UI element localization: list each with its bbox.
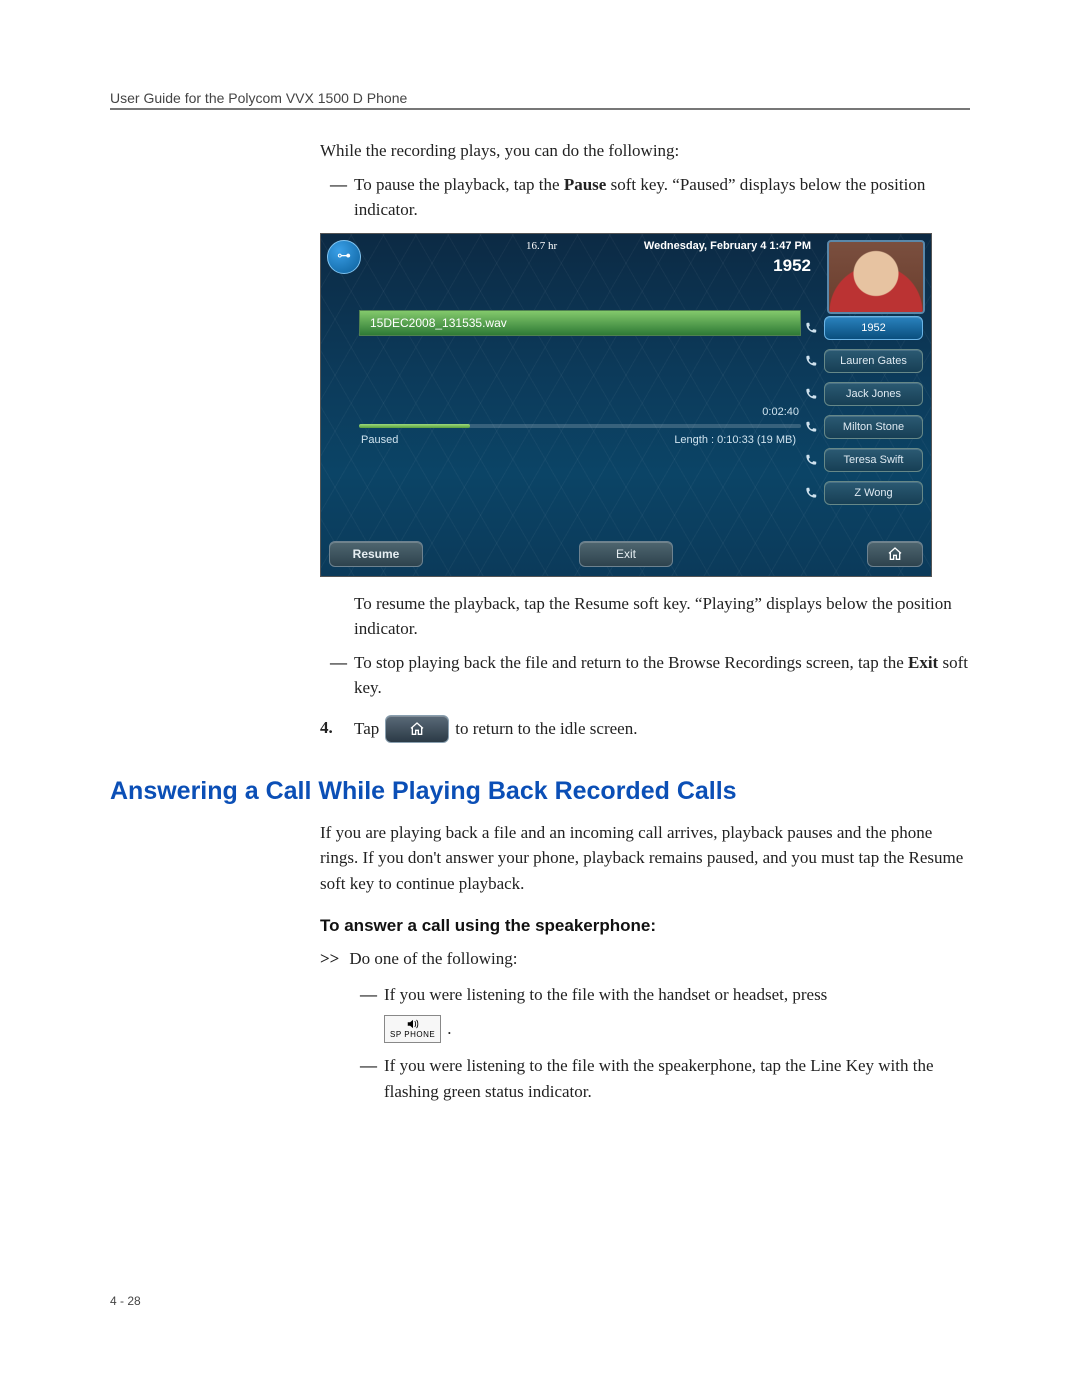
text: If you were listening to the file with t…	[384, 982, 970, 1008]
page-footer: 4 - 28	[110, 1294, 970, 1308]
handset-icon	[803, 387, 819, 401]
handset-icon	[803, 486, 819, 500]
home-icon	[887, 546, 903, 562]
phone-screenshot: ⊶ 16.7 hr Wednesday, February 4 1:47 PM …	[320, 233, 932, 577]
text: To stop playing back the file and return…	[354, 653, 908, 672]
avatar	[827, 240, 925, 314]
softkey-bar: Resume Exit	[329, 540, 923, 568]
chevrons-icon: >>	[320, 946, 339, 972]
line-key[interactable]: Z Wong	[803, 481, 923, 505]
resume-softkey[interactable]: Resume	[329, 541, 423, 567]
length-label: Length : 0:10:33 (19 MB)	[674, 434, 796, 446]
playback-status: Paused	[361, 434, 398, 446]
exit-softkey[interactable]: Exit	[579, 541, 673, 567]
handset-icon	[803, 354, 819, 368]
progress-track[interactable]	[359, 424, 801, 428]
sp-phone-button[interactable]: SP PHONE	[384, 1015, 441, 1043]
bullet-speakerphone: If you were listening to the file with t…	[350, 1053, 970, 1104]
line-key[interactable]: Jack Jones	[803, 382, 923, 406]
header-rule	[110, 108, 970, 110]
line-key[interactable]: Milton Stone	[803, 415, 923, 439]
line-key-label[interactable]: Z Wong	[824, 481, 923, 505]
subhead-speakerphone: To answer a call using the speakerphone:	[320, 916, 970, 936]
bullet-stop: To stop playing back the file and return…	[320, 650, 970, 701]
text: Do one of the following:	[349, 946, 517, 972]
bullet-pause: To pause the playback, tap the Pause sof…	[320, 172, 970, 223]
line-key[interactable]: 1952	[803, 316, 923, 340]
text: .	[447, 1016, 451, 1042]
text: Tap	[354, 716, 379, 742]
bold-exit: Exit	[908, 653, 938, 672]
extension-label: 1952	[773, 256, 811, 276]
handset-icon	[803, 453, 819, 467]
line-key[interactable]: Lauren Gates	[803, 349, 923, 373]
line-key-label[interactable]: Teresa Swift	[824, 448, 923, 472]
line-key[interactable]: Teresa Swift	[803, 448, 923, 472]
handset-icon	[803, 321, 819, 335]
line-key-label[interactable]: 1952	[824, 316, 923, 340]
home-icon	[409, 721, 425, 737]
line-key-label[interactable]: Milton Stone	[824, 415, 923, 439]
bold-pause: Pause	[564, 175, 607, 194]
bullet-handset: If you were listening to the file with t…	[350, 982, 970, 1044]
line-key-label[interactable]: Jack Jones	[824, 382, 923, 406]
home-softkey[interactable]	[867, 541, 923, 567]
progress-fill	[359, 424, 470, 428]
running-header: User Guide for the Polycom VVX 1500 D Ph…	[110, 90, 970, 106]
status-hours: 16.7 hr	[526, 240, 557, 252]
speaker-icon	[406, 1019, 420, 1029]
home-softkey-inline[interactable]	[385, 715, 449, 743]
section-paragraph: If you are playing back a file and an in…	[320, 820, 970, 897]
line-key-label[interactable]: Lauren Gates	[824, 349, 923, 373]
resume-paragraph: To resume the playback, tap the Resume s…	[354, 591, 970, 642]
status-date: Wednesday, February 4 1:47 PM	[644, 240, 811, 252]
step-number: 4.	[320, 715, 344, 741]
intro-paragraph: While the recording plays, you can do th…	[320, 138, 970, 164]
step-4: 4. Tap to return to the idle screen.	[320, 715, 970, 743]
recording-filename[interactable]: 15DEC2008_131535.wav	[359, 310, 801, 336]
elapsed-time: 0:02:40	[762, 406, 799, 418]
handset-icon	[803, 420, 819, 434]
section-heading: Answering a Call While Playing Back Reco…	[110, 777, 970, 806]
text: To pause the playback, tap the	[354, 175, 564, 194]
line-key-column: 1952 Lauren Gates Jack Jones Milton Ston…	[803, 316, 923, 505]
usb-icon: ⊶	[327, 240, 361, 274]
do-one-row: >> Do one of the following:	[320, 946, 970, 972]
sp-phone-label: SP PHONE	[390, 1031, 435, 1039]
text: to return to the idle screen.	[455, 716, 637, 742]
